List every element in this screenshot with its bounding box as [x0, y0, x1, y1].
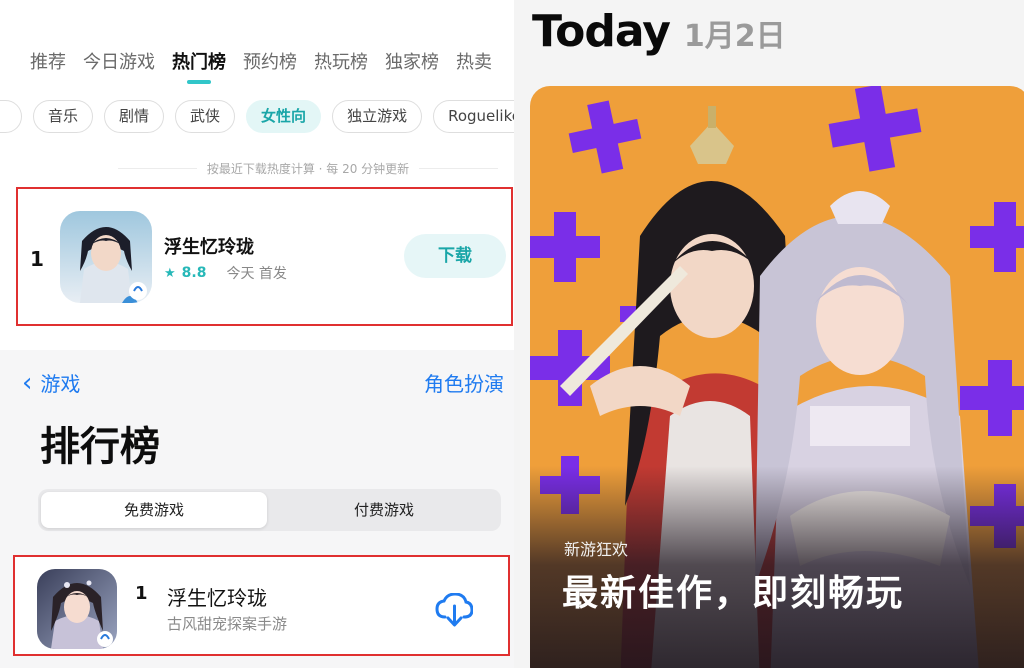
featured-story-card[interactable]: 新游狂欢 最新佳作，即刻畅玩: [530, 86, 1024, 668]
tab-exclusive-ranking[interactable]: 独家榜: [385, 48, 439, 74]
release-status: 今天 首发: [226, 266, 287, 282]
chip-indie-games[interactable]: 独立游戏: [332, 100, 423, 133]
today-date: 1月2日: [683, 19, 786, 54]
download-button[interactable]: 下载: [404, 234, 506, 278]
chip-story[interactable]: 剧情: [104, 100, 165, 133]
tab-recommend[interactable]: 推荐: [30, 48, 66, 74]
chip-partial[interactable]: [0, 100, 22, 133]
ranking-tabs: 推荐 今日游戏 热门榜 预约榜 热玩榜 独家榜 热卖: [30, 48, 509, 74]
app-icon-female-character[interactable]: [37, 569, 117, 649]
rank-number: 1: [135, 583, 148, 604]
app-subtitle: 古风甜宠探案手游: [167, 615, 288, 633]
tab-preorder-ranking[interactable]: 预约榜: [243, 48, 297, 74]
app-store-today-panel: Today 1月2日 新游狂欢 最新佳作，即刻畅玩: [514, 0, 1024, 668]
chevron-left-icon: ‹: [22, 367, 33, 398]
game-center-ranking-panel: 推荐 今日游戏 热门榜 预约榜 热玩榜 独家榜 热卖 音乐 剧情 武侠 女性向 …: [0, 0, 514, 340]
chip-roguelike[interactable]: Roguelike: [433, 100, 514, 133]
tab-hot-ranking[interactable]: 热门榜: [172, 48, 226, 74]
tab-best-selling[interactable]: 热卖: [456, 48, 492, 74]
app-rating: 8.8: [181, 265, 207, 281]
app-name[interactable]: 浮生忆玲珑: [167, 582, 267, 611]
cloud-download-icon[interactable]: [435, 592, 474, 627]
star-icon: ★: [164, 265, 176, 281]
page-title: 排行榜: [40, 424, 160, 470]
tab-hot-play-ranking[interactable]: 热玩榜: [314, 48, 368, 74]
today-title: Today: [532, 6, 671, 57]
update-note: 按最近下载热度计算 · 每 20 分钟更新: [118, 160, 498, 177]
back-label: 游戏: [40, 372, 81, 396]
category-chips: 音乐 剧情 武侠 女性向 独立游戏 Roguelike: [0, 100, 514, 133]
divider-right: [419, 168, 498, 169]
category-link[interactable]: 角色扮演: [424, 368, 504, 397]
app-meta: ★ 8.8 今天 首发: [164, 263, 287, 283]
segment-free-games[interactable]: 免费游戏: [41, 492, 267, 528]
tab-today-games[interactable]: 今日游戏: [83, 48, 155, 74]
app-icon-male-character[interactable]: [60, 211, 152, 303]
back-button[interactable]: ‹ 游戏: [22, 368, 80, 397]
app-store-ranking-panel: ‹ 游戏 角色扮演 排行榜 免费游戏 付费游戏 1 浮生忆玲珑 古风甜宠探案手游: [0, 350, 514, 668]
store-ranking-item[interactable]: 1 浮生忆玲珑 古风甜宠探案手游: [13, 555, 510, 656]
chip-wuxia[interactable]: 武侠: [175, 100, 236, 133]
story-tag: 新游狂欢: [564, 540, 629, 559]
app-name[interactable]: 浮生忆玲珑: [164, 233, 254, 259]
free-paid-segmented-control: 免费游戏 付费游戏: [38, 489, 501, 531]
today-header: Today 1月2日: [532, 6, 786, 57]
story-headline: 最新佳作，即刻畅玩: [562, 573, 905, 614]
update-note-text: 按最近下载热度计算 · 每 20 分钟更新: [206, 162, 410, 176]
divider-left: [118, 168, 197, 169]
ranking-list-item[interactable]: 1 浮生忆玲珑 ★ 8.8 今天 首发 下载: [16, 187, 513, 326]
rank-number: 1: [30, 247, 44, 271]
chip-music[interactable]: 音乐: [33, 100, 94, 133]
segment-paid-games[interactable]: 付费游戏: [270, 492, 498, 528]
chip-female-oriented[interactable]: 女性向: [246, 100, 322, 133]
